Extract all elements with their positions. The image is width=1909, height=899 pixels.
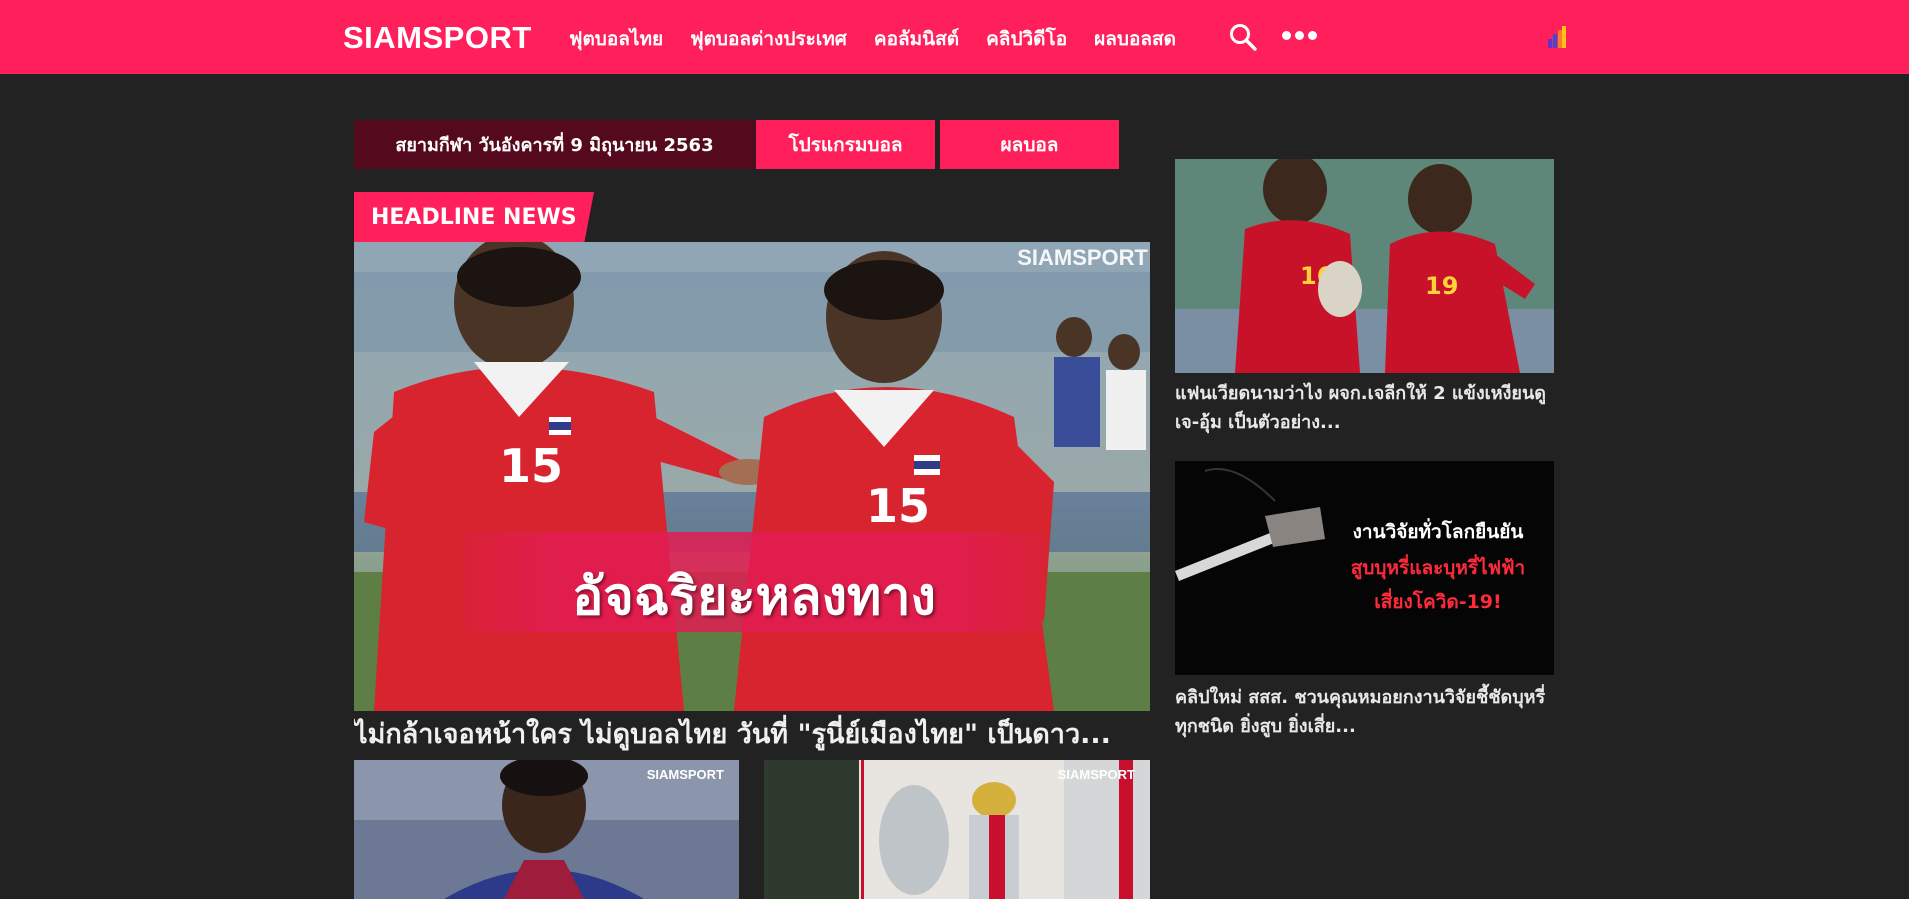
news-thumb-1[interactable]: SIAMSPORT: [354, 760, 739, 899]
sidebar-thumb-2-line2: สูบบุหรี่และบุหรี่ไฟฟ้า: [1350, 557, 1526, 579]
site-logo[interactable]: SIAMSPORT: [343, 20, 532, 56]
search-icon[interactable]: [1228, 22, 1258, 52]
nav-item-foreign-football[interactable]: ฟุตบอลต่างประเทศ: [690, 24, 847, 54]
bars-icon[interactable]: [1548, 26, 1566, 48]
headline-news-label: HEADLINE NEWS: [354, 192, 594, 242]
nav-item-columnist[interactable]: คอลัมนิสต์: [874, 24, 959, 54]
sidebar-thumb-1[interactable]: 16 19: [1175, 159, 1554, 373]
sidebar-thumb-1-photo: 16 19: [1175, 159, 1554, 373]
top-navigation-bar: SIAMSPORT ฟุตบอลไทย ฟุตบอลต่างประเทศ คอล…: [0, 0, 1909, 74]
sidebar-title-1[interactable]: แฟนเวียดนามว่าไง ผจก.เจลีกให้ 2 แข้งเหงี…: [1175, 379, 1565, 437]
more-icon[interactable]: [1282, 31, 1317, 40]
news-thumb-1-watermark: SIAMSPORT: [646, 767, 724, 782]
nav-item-video-clips[interactable]: คลิปวิดีโอ: [986, 24, 1067, 54]
main-nav: ฟุตบอลไทย ฟุตบอลต่างประเทศ คอลัมนิสต์ คล…: [569, 24, 1203, 54]
date-bar: สยามกีฬา วันอังคารที่ 9 มิถุนายน 2563: [354, 120, 755, 169]
football-program-button[interactable]: โปรแกรมบอล: [756, 120, 935, 169]
jersey-number-right: 15: [866, 479, 930, 533]
news-thumb-2-watermark: SIAMSPORT: [1057, 767, 1135, 782]
jersey-number-left: 15: [499, 439, 563, 493]
nav-item-live-scores[interactable]: ผลบอลสด: [1094, 24, 1176, 54]
headline-watermark: SIAMSPORT: [1017, 245, 1148, 270]
sidebar-thumb-2-line3: เสี่ยงโควิด-19!: [1374, 591, 1502, 613]
news-thumb-2[interactable]: SIAMSPORT: [764, 760, 1150, 899]
sidebar-jersey-19: 19: [1425, 272, 1458, 300]
sidebar-thumb-2[interactable]: งานวิจัยทั่วโลกยืนยัน สูบบุหรี่และบุหรี่…: [1175, 461, 1554, 675]
headline-image[interactable]: 15 15 SIAMSPORT อัจฉริยะหลงทาง: [354, 242, 1150, 711]
nav-item-thai-football[interactable]: ฟุตบอลไทย: [569, 24, 663, 54]
football-result-button[interactable]: ผลบอล: [940, 120, 1119, 169]
sidebar-thumb-2-line1: งานวิจัยทั่วโลกยืนยัน: [1352, 521, 1524, 543]
sidebar-title-2[interactable]: คลิปใหม่ สสส. ชวนคุณหมอยกงานวิจัยชี้ชัดบ…: [1175, 683, 1565, 741]
headline-image-caption: อัจฉริยะหลงทาง: [572, 567, 936, 627]
headline-photo: 15 15: [354, 242, 1150, 711]
headline-title[interactable]: ไม่กล้าเจอหน้าใคร ไม่ดูบอลไทย วันที่ "รู…: [354, 712, 1154, 755]
